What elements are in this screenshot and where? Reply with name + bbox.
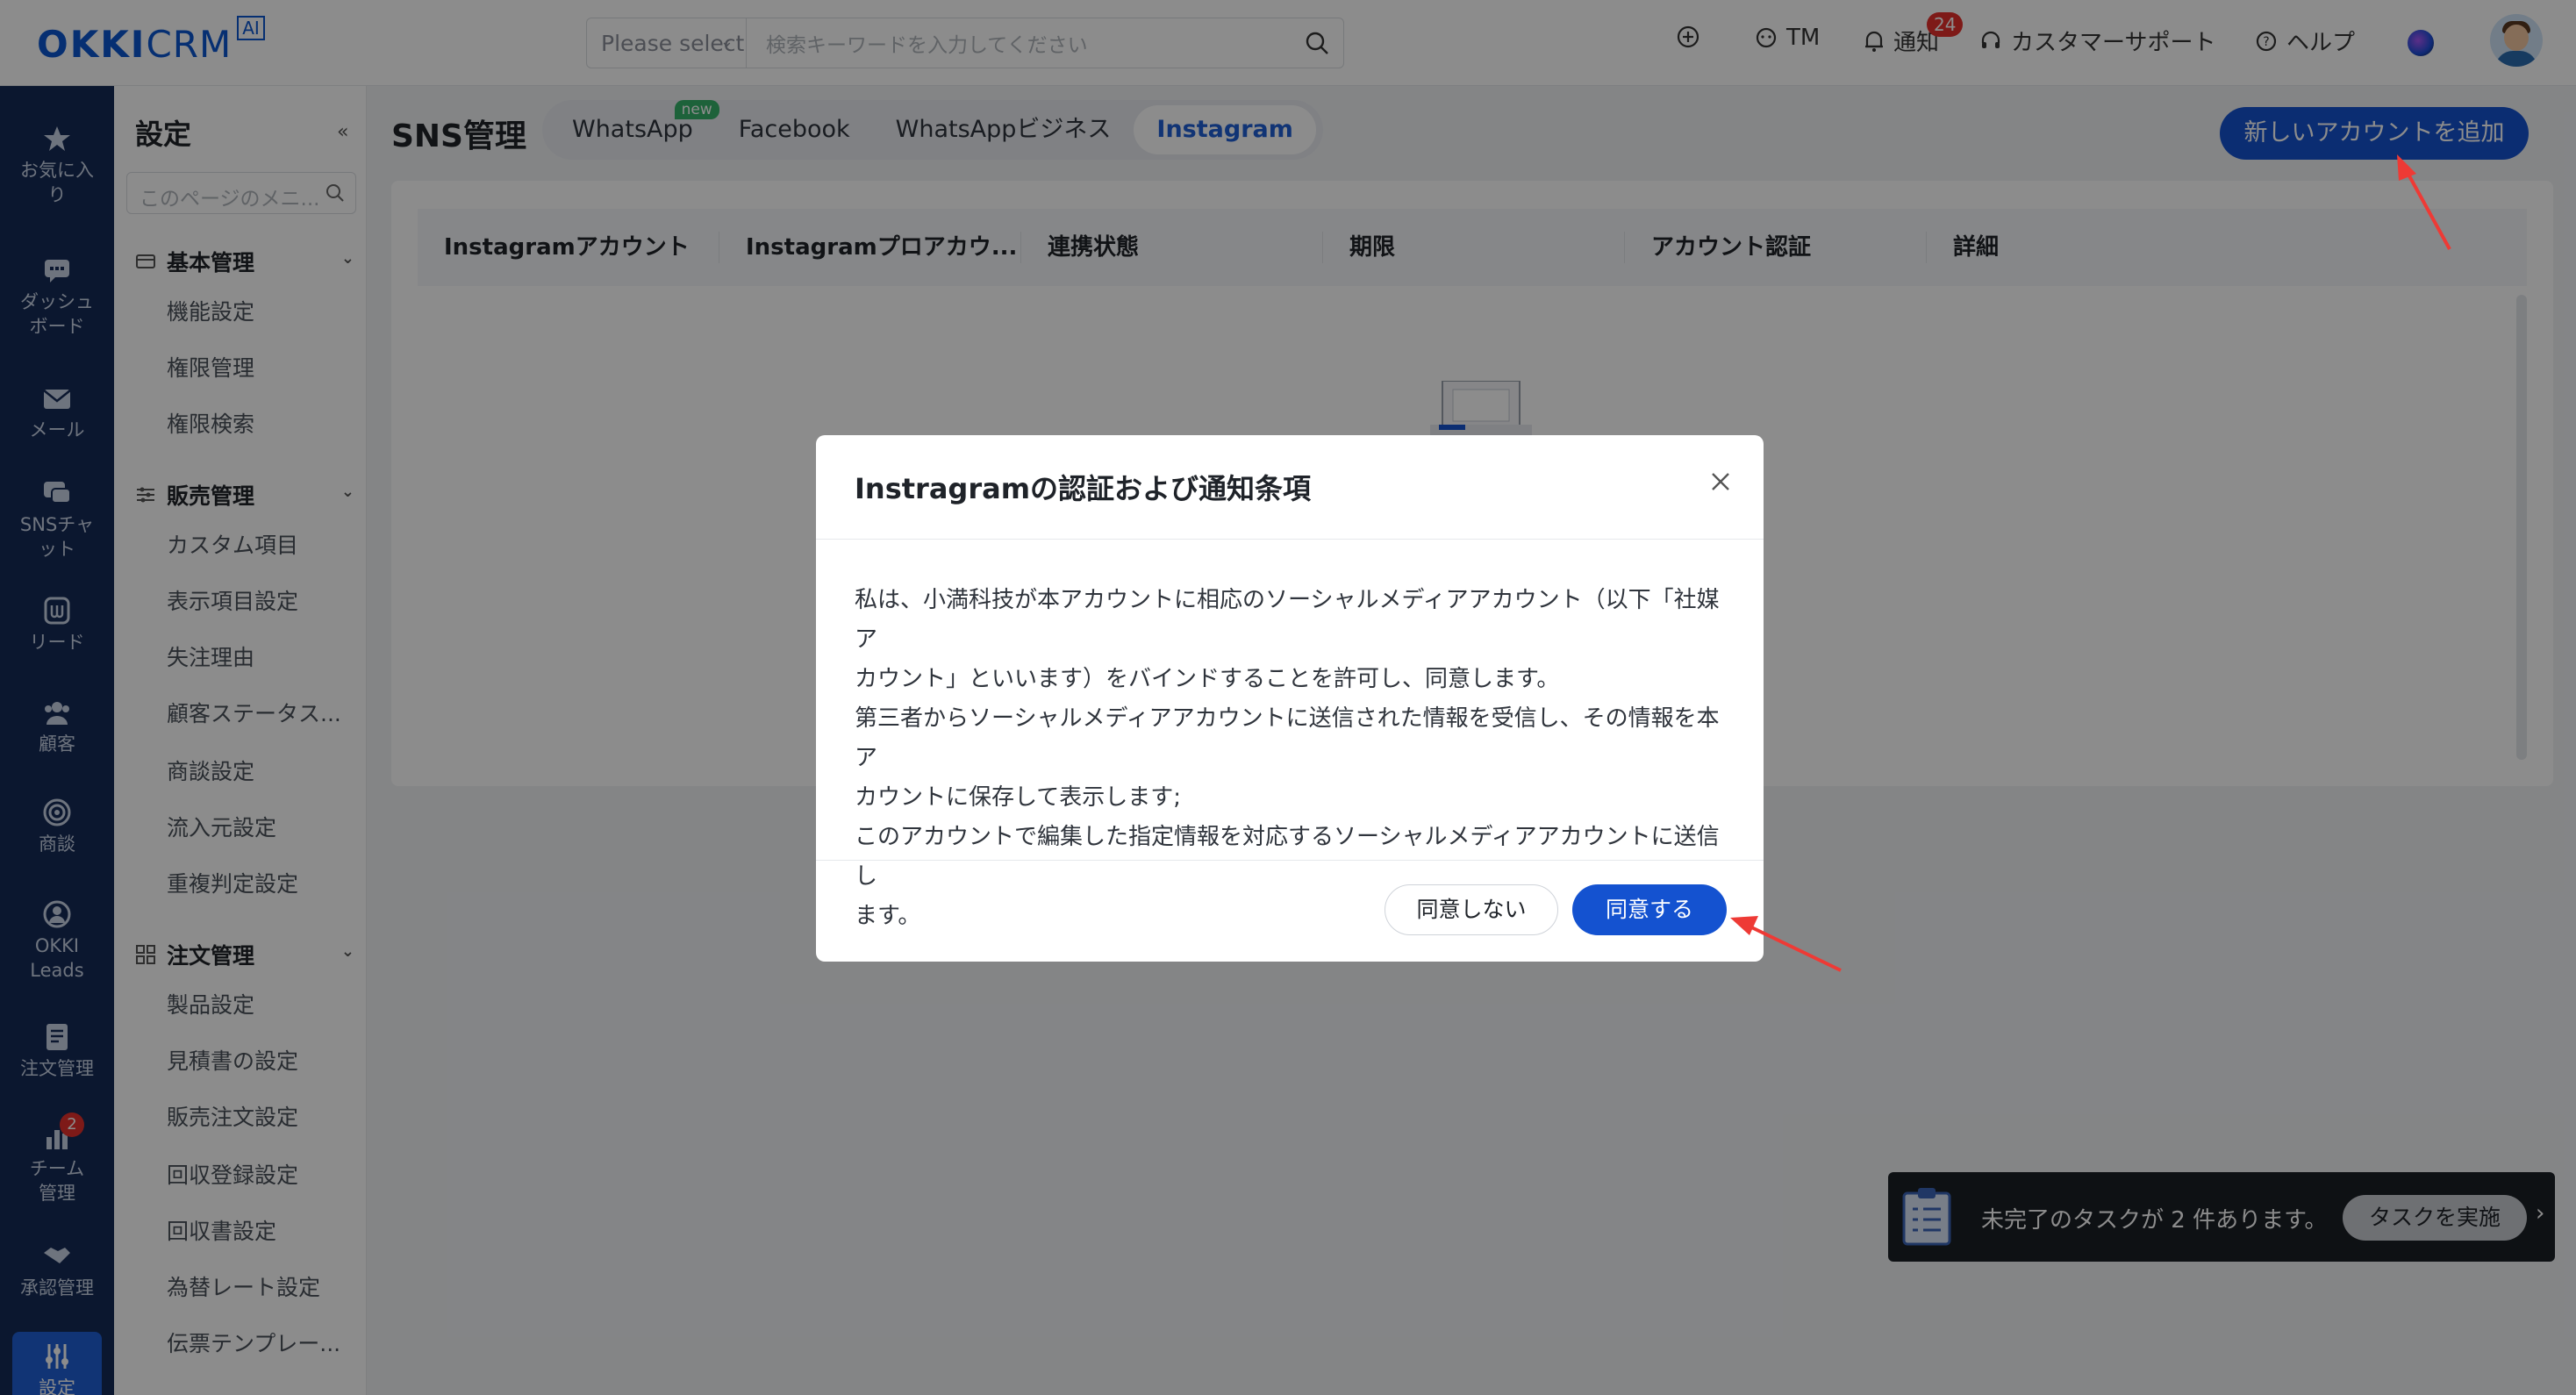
dialog-title: Instragramの認証および通知条項 (855, 472, 1312, 505)
instagram-terms-dialog: Instragramの認証および通知条項 私は、小満科技が本アカウントに相応のソ… (816, 435, 1764, 962)
disagree-button[interactable]: 同意しない (1385, 884, 1558, 935)
dialog-body-line: 私は、小満科技が本アカウントに相応のソーシャルメディアアカウント（以下「社媒ア (855, 587, 1720, 653)
dialog-body-line: 第三者からソーシャルメディアアカウントに送信された情報を受信し、その情報を本ア (855, 705, 1720, 771)
close-icon[interactable] (1707, 469, 1734, 495)
dialog-body-line: カウント」といいます）をバインドすることを許可し、同意します。 (855, 666, 1560, 692)
agree-button[interactable]: 同意する (1572, 884, 1727, 935)
dialog-footer-divider (816, 860, 1764, 861)
dialog-header-divider (816, 539, 1764, 540)
dialog-body: 私は、小満科技が本アカウントに相応のソーシャルメディアアカウント（以下「社媒ア … (855, 581, 1723, 936)
dialog-body-line: カウントに保存して表示します; (855, 784, 1181, 811)
